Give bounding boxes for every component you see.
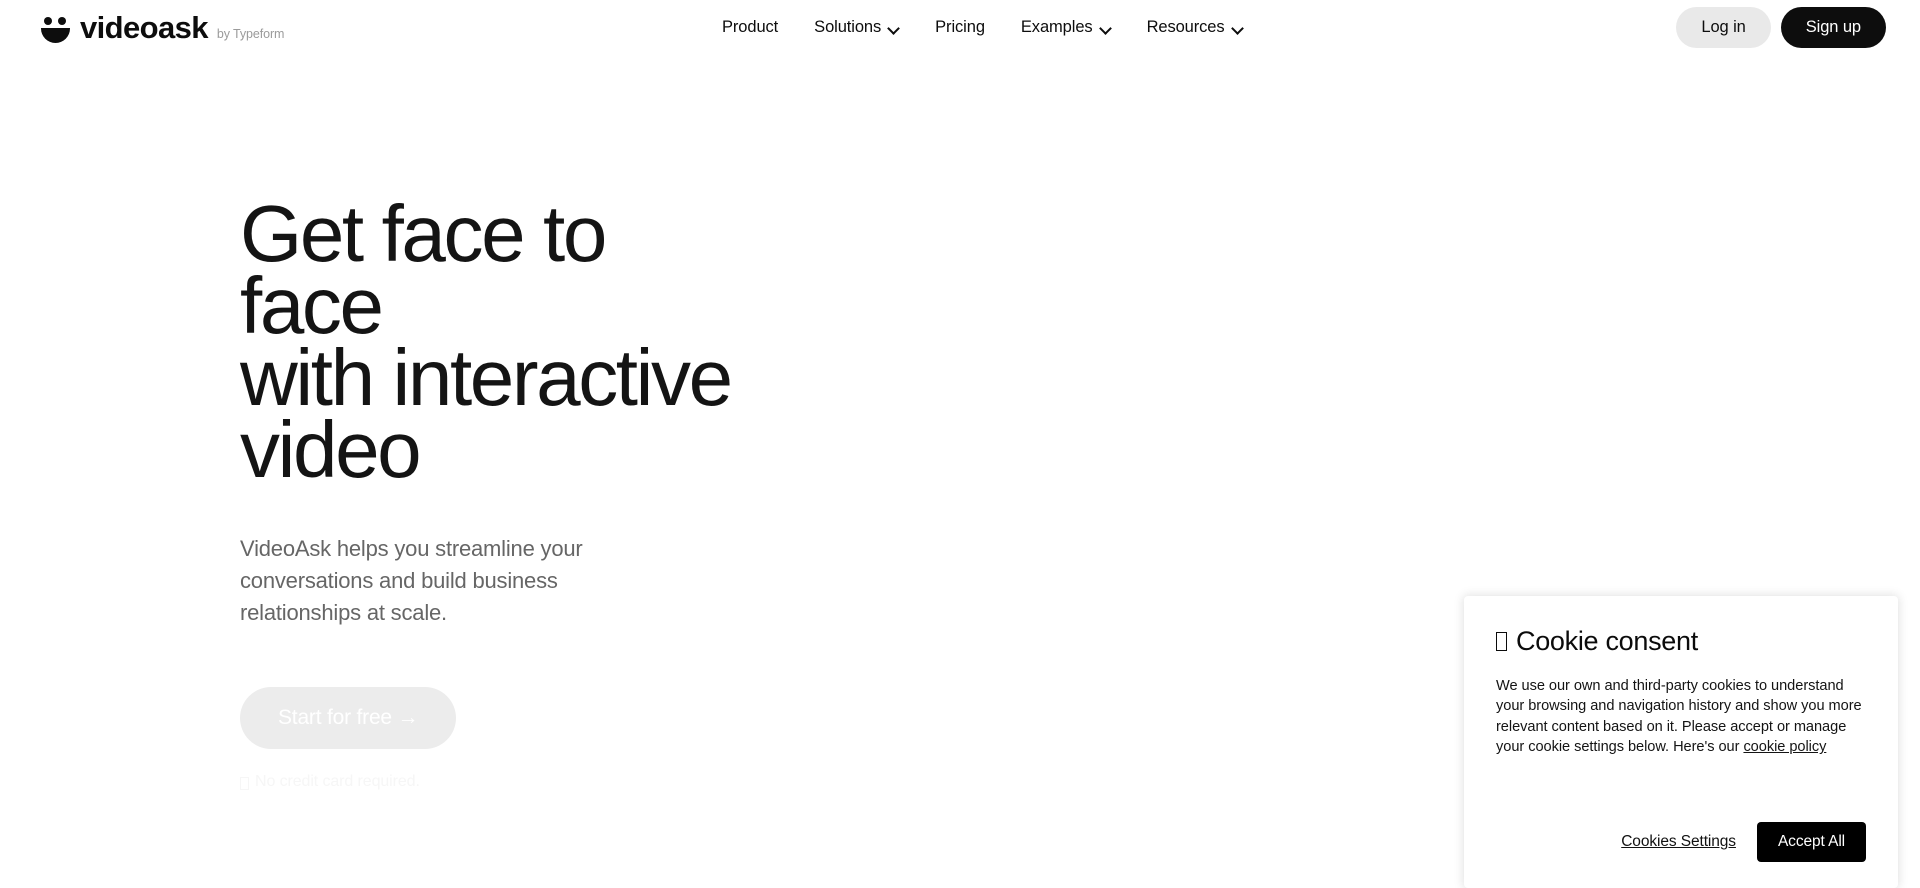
cookie-consent-title: Cookie consent — [1496, 626, 1866, 657]
cta-note-label: No credit card required. — [255, 773, 420, 790]
accept-all-button[interactable]: Accept All — [1756, 822, 1866, 862]
brand-logo[interactable]: videoask by Typeform — [40, 12, 284, 43]
chevron-down-icon — [1100, 23, 1111, 34]
sign-up-button[interactable]: Sign up — [1780, 6, 1886, 48]
nav-item-resources[interactable]: Resources — [1147, 18, 1243, 37]
hero-section: Get face to face with interactive video … — [240, 189, 760, 791]
brand-name: videoask — [80, 9, 208, 45]
nav-item-label: Examples — [1020, 17, 1093, 36]
missing-glyph-icon — [240, 776, 249, 790]
videoask-smiley-icon — [40, 15, 71, 43]
start-for-free-button[interactable]: Start for free → — [240, 687, 457, 749]
nav-item-label: Pricing — [935, 17, 985, 36]
cookie-consent-title-label: Cookie consent — [1516, 626, 1698, 656]
cta-note: No credit card required. — [240, 773, 760, 791]
page-title: Get face to face with interactive video — [240, 189, 733, 494]
cookie-consent-actions: Cookies Settings Accept All — [1496, 792, 1866, 862]
nav-item-label: Resources — [1146, 17, 1225, 36]
auth-actions: Log in Sign up — [1676, 0, 1886, 54]
nav-item-pricing[interactable]: Pricing — [935, 18, 985, 37]
chevron-down-icon — [888, 23, 899, 34]
nav-item-examples[interactable]: Examples — [1021, 18, 1111, 37]
hero-cta-group: Start for free → No credit card required… — [240, 687, 760, 791]
cookie-policy-link[interactable]: cookie policy — [1743, 739, 1826, 755]
cookie-emoji-icon — [1496, 632, 1507, 652]
log-in-button[interactable]: Log in — [1676, 6, 1771, 48]
main-navigation: Product Solutions Pricing Examples Resou… — [722, 0, 1243, 54]
nav-item-product[interactable]: Product — [722, 18, 778, 37]
cookies-settings-button[interactable]: Cookies Settings — [1621, 833, 1736, 851]
nav-item-label: Solutions — [814, 17, 882, 36]
chevron-down-icon — [1232, 23, 1243, 34]
cookie-consent-description: We use our own and third-party cookies t… — [1496, 676, 1866, 758]
site-header: videoask by Typeform Product Solutions P… — [0, 0, 1920, 54]
brand-byline: by Typeform — [216, 26, 285, 41]
nav-item-label: Product — [722, 17, 779, 36]
nav-item-solutions[interactable]: Solutions — [814, 18, 899, 37]
hero-subtitle: VideoAsk helps you streamline your conve… — [240, 536, 583, 625]
cookie-consent-banner: Cookie consent We use our own and third-… — [1464, 596, 1898, 888]
